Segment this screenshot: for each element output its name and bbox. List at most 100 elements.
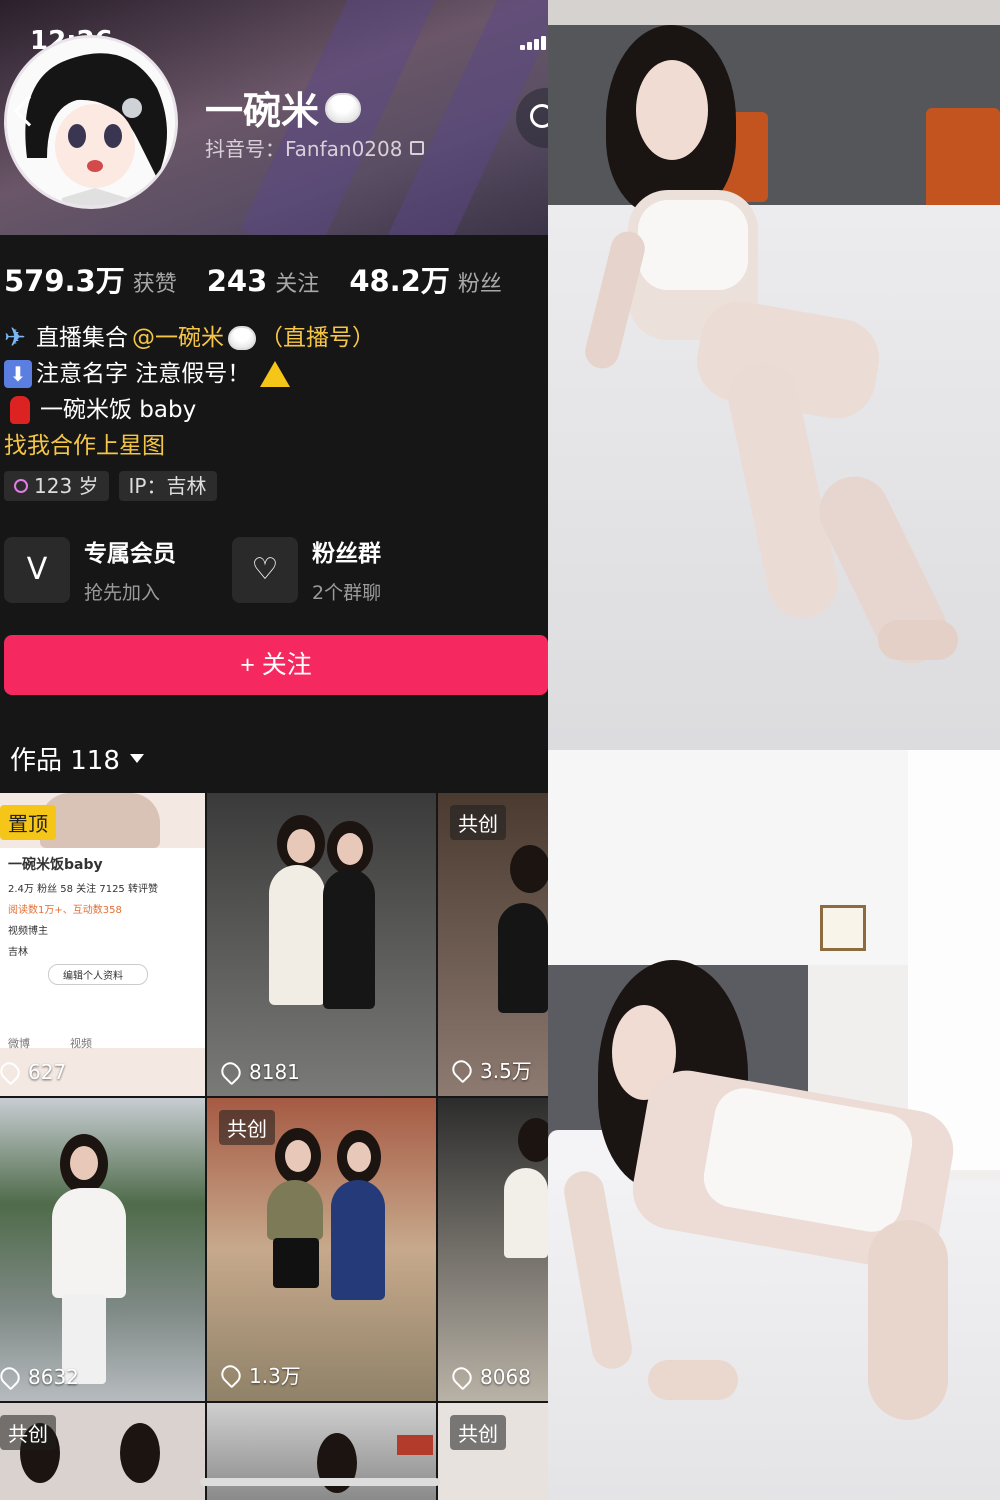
stat-value: 243 [206, 264, 268, 298]
like-count: 3.5万 [448, 1055, 532, 1084]
rice-bowl-icon [325, 92, 362, 123]
collab-badge: 共创 [450, 1415, 506, 1450]
wall-panel [908, 750, 1000, 1170]
stat-following[interactable]: 243 关注 [207, 264, 320, 298]
home-indicator [200, 1478, 440, 1486]
thumbnail-figure [52, 1188, 126, 1298]
thumbnail-figure [510, 845, 548, 893]
follow-button[interactable]: + 关注 [4, 635, 548, 695]
video-tile[interactable]: 共创 3.5万 [438, 793, 548, 1096]
female-icon [14, 479, 28, 493]
thumbnail-figure [40, 793, 160, 848]
stat-likes[interactable]: 579.3万 获赞 [4, 258, 177, 300]
heart-icon [0, 1363, 24, 1391]
like-count-text: 627 [28, 1060, 67, 1084]
like-count: 8632 [0, 1363, 79, 1391]
bio-text: （直播号） [260, 325, 375, 351]
card-subtitle: 2个群聊 [312, 582, 382, 604]
caret-down-icon [129, 754, 144, 763]
mini-edit: 编辑个人资料 [48, 964, 148, 985]
wall-frame [820, 905, 866, 951]
card-title: 专属会员 [84, 541, 176, 567]
works-count: 作品 118 [10, 746, 120, 776]
thumbnail-figure [518, 1118, 548, 1162]
copy-icon[interactable] [410, 140, 425, 155]
bio-line: 一碗米饭 baby [4, 392, 375, 428]
age-text: 123 岁 [34, 474, 99, 498]
search-icon[interactable] [516, 88, 548, 148]
video-tile[interactable]: 共创 1.3万 [207, 1098, 436, 1401]
pillow [926, 108, 1000, 218]
thumbnail-figure [285, 1140, 311, 1172]
mini-line: 吉林 [8, 947, 28, 958]
profile-username: 一碗米 [205, 80, 362, 135]
like-count: 627 [0, 1058, 67, 1086]
ip-tag: IP：吉林 [118, 471, 217, 501]
stat-followers[interactable]: 48.2万 粉丝 [349, 258, 502, 300]
video-tile[interactable]: 8181 [207, 793, 436, 1096]
douyin-id[interactable]: 抖音号：Fanfan0208 [205, 133, 425, 162]
like-count: 1.3万 [217, 1360, 301, 1389]
thumbnail-figure [267, 1180, 323, 1240]
mini-video: 视频 [70, 1037, 92, 1050]
works-tab[interactable]: 作品 118 [10, 740, 144, 777]
like-count: 8068 [448, 1363, 531, 1391]
like-count-text: 8632 [28, 1365, 79, 1389]
like-count-text: 3.5万 [480, 1059, 532, 1083]
pinned-badge: 置顶 [0, 805, 56, 840]
like-count-text: 8181 [249, 1060, 300, 1084]
photo-bottom [548, 750, 1000, 1500]
profile-screen: 12:26 一碗米 抖音号：Fanfan0208 [0, 0, 548, 1500]
bio-text: 直播集合 [36, 325, 128, 351]
stat-value: 48.2万 [349, 264, 450, 298]
thumbnail-figure [287, 829, 315, 863]
outfit [638, 200, 748, 290]
thumbnail-figure [337, 833, 363, 865]
bio-line: ✈ 直播集合 @一碗米 （直播号） [4, 320, 375, 356]
thumbnail-figure [498, 903, 548, 1013]
douyin-id-text: 抖音号：Fanfan0208 [205, 137, 403, 161]
stat-label: 粉丝 [457, 272, 502, 297]
thumbnail-profile-card: 一碗米饭baby 2.4万 粉丝 58 关注 7125 转评赞 阅读数1万+、互… [0, 848, 205, 1050]
card-subtitle: 抢先加入 [84, 582, 161, 604]
video-tile[interactable]: 共创 [0, 1403, 205, 1500]
bio-text: 一碗米饭 baby [40, 397, 197, 423]
bio-mention-link[interactable]: @一碗米 [132, 320, 224, 356]
stat-value: 579.3万 [4, 264, 125, 298]
down-arrow-icon: ⬇ [4, 360, 32, 388]
feature-cards: V 专属会员 抢先加入 ♡ 粉丝群 2个群聊 [4, 534, 381, 605]
stat-label: 关注 [275, 272, 320, 297]
heart-icon [448, 1056, 476, 1083]
age-tag: 123 岁 [4, 471, 109, 501]
membership-card[interactable]: V 专属会员 抢先加入 [4, 534, 176, 605]
video-tile[interactable]: 一碗米饭baby 2.4万 粉丝 58 关注 7125 转评赞 阅读数1万+、互… [0, 793, 205, 1096]
heart-icon [0, 1058, 24, 1086]
avatar-illustration [7, 38, 175, 206]
heart-icon [217, 1361, 245, 1388]
scarf-icon [10, 396, 30, 424]
thumbnail-figure [323, 869, 375, 1009]
mini-stats: 2.4万 粉丝 58 关注 7125 转评赞 [8, 884, 158, 895]
store-sign [397, 1435, 433, 1455]
warning-icon [260, 361, 291, 387]
video-tile[interactable]: 8068 [438, 1098, 548, 1401]
leg [868, 1220, 948, 1420]
signal-icon [520, 36, 548, 50]
profile-stats: 579.3万 获赞 243 关注 48.2万 粉丝 [4, 258, 502, 300]
mini-weibo: 微博 [8, 1037, 30, 1050]
airplane-icon: ✈ [4, 323, 26, 353]
rice-bowl-icon [228, 326, 256, 350]
video-tile[interactable]: 8632 [0, 1098, 205, 1401]
collab-badge: 共创 [219, 1110, 275, 1145]
photo-top [548, 0, 1000, 750]
thumbnail-figure [273, 1238, 319, 1288]
collab-badge: 共创 [0, 1415, 56, 1450]
foot [878, 620, 958, 660]
bio-collab-link[interactable]: 找我合作上星图 [4, 428, 375, 464]
card-title: 粉丝群 [312, 541, 381, 567]
profile-bio: ✈ 直播集合 @一碗米 （直播号） ⬇ 注意名字 注意假号！ 一碗米饭 baby… [4, 320, 375, 464]
video-tile[interactable]: 共创 [438, 1403, 548, 1500]
mini-line: 视频博主 [8, 926, 48, 937]
stat-label: 获赞 [132, 272, 177, 297]
fan-group-card[interactable]: ♡ 粉丝群 2个群聊 [232, 534, 381, 605]
